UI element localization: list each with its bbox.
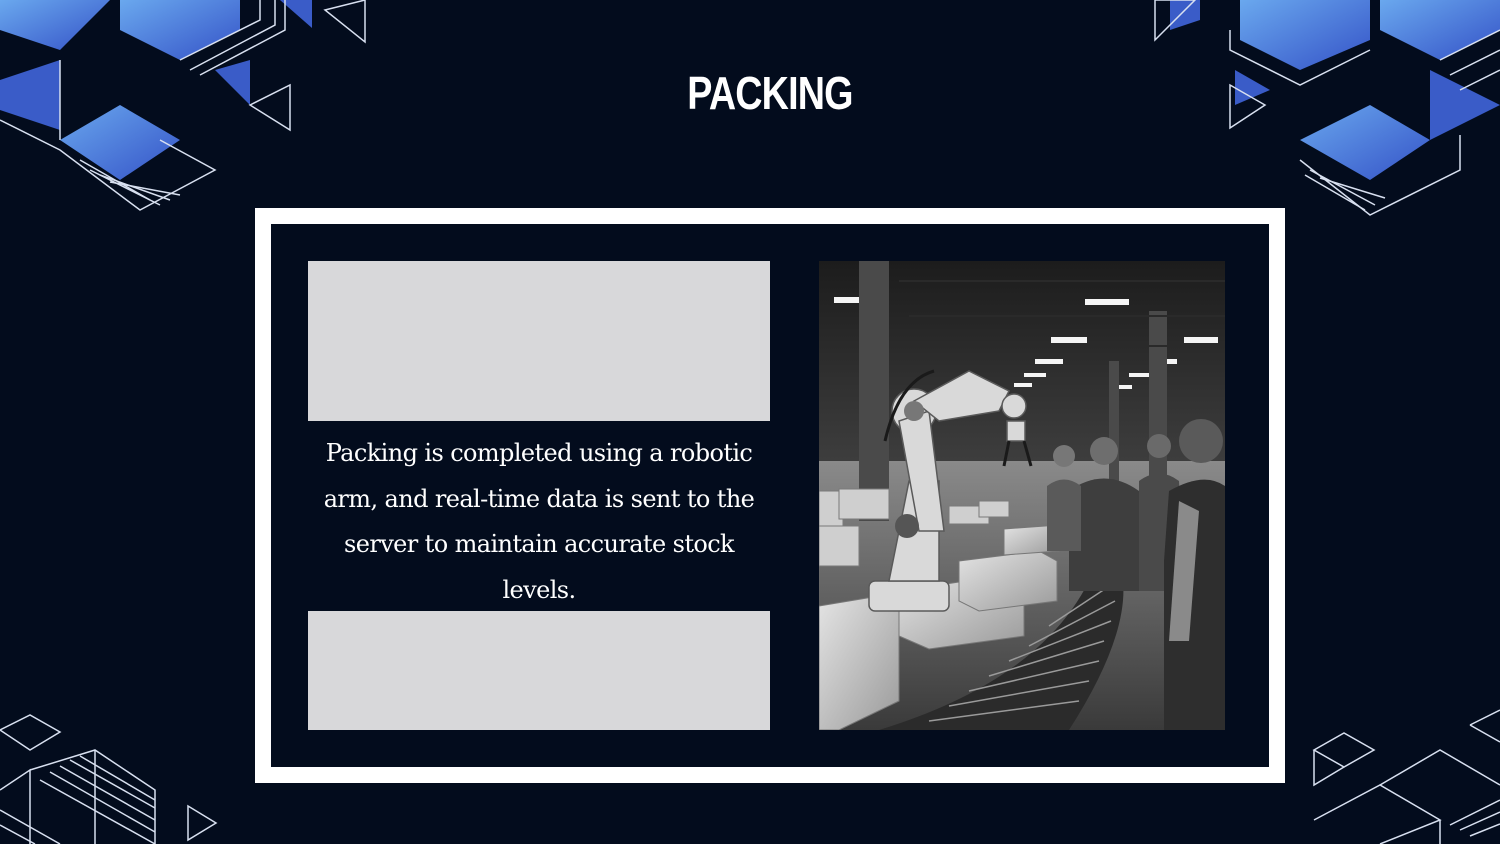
content-inner: Packing is completed using a robotic arm… — [271, 224, 1269, 767]
slide-title: PACKING — [687, 67, 853, 119]
body-text: Packing is completed using a robotic arm… — [323, 439, 755, 604]
photo-illustration — [819, 261, 1225, 730]
decoration-bottom-left — [0, 714, 218, 844]
content-frame: Packing is completed using a robotic arm… — [255, 208, 1285, 783]
decoration-bottom-right — [1312, 709, 1500, 844]
placeholder-panel-top — [308, 261, 770, 421]
robotic-arm-warehouse-photo — [819, 261, 1225, 730]
placeholder-panel-bottom — [308, 611, 770, 730]
